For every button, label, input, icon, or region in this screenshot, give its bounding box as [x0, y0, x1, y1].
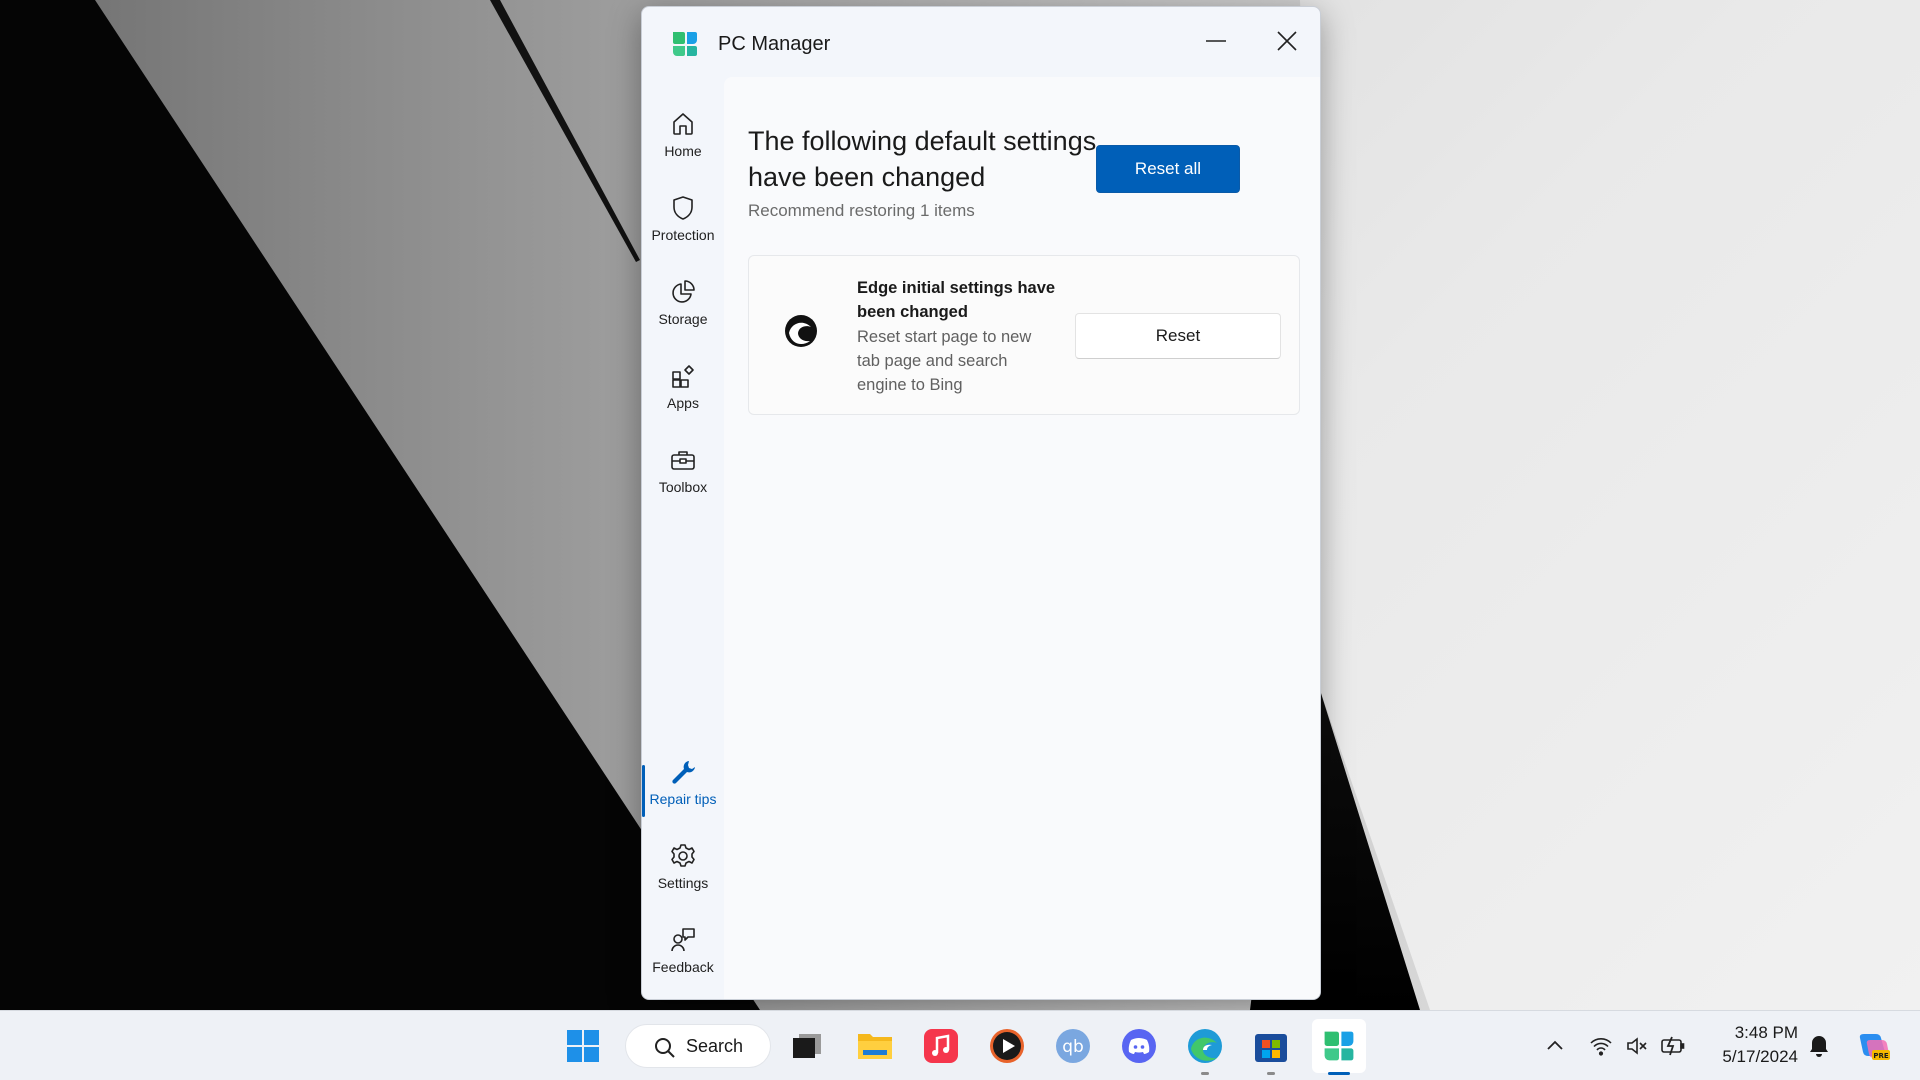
edge-settings-card: Edge initial settings have been changed … — [748, 255, 1300, 415]
toolbox-icon — [671, 451, 695, 470]
card-description: Reset start page to new tab page and sea… — [857, 328, 1032, 394]
clock-date: 5/17/2024 — [1722, 1047, 1798, 1066]
pc-manager-icon — [1324, 1031, 1354, 1061]
sidebar-item-feedback[interactable]: Feedback — [642, 921, 724, 991]
wifi-icon — [1590, 1038, 1612, 1056]
taskbar-task-view[interactable] — [786, 1025, 828, 1067]
discord-icon — [1122, 1029, 1156, 1063]
taskbar: Search qb 3:48 PM 5/17/2024 PRE — [0, 1010, 1920, 1080]
qbittorrent-icon: qb — [1056, 1029, 1090, 1063]
sidebar-item-home[interactable]: Home — [642, 105, 724, 175]
sidebar-item-label: Repair tips — [649, 791, 717, 807]
taskbar-qbittorrent[interactable]: qb — [1052, 1025, 1094, 1067]
taskbar-search[interactable]: Search — [625, 1024, 771, 1068]
sidebar-item-label: Feedback — [652, 959, 714, 975]
sidebar-item-label: Settings — [657, 875, 709, 891]
close-icon — [1277, 31, 1297, 51]
title-bar[interactable]: PC Manager — [642, 7, 1320, 77]
start-button[interactable] — [562, 1025, 604, 1067]
clock-time: 3:48 PM — [1734, 1023, 1798, 1042]
taskbar-music[interactable] — [920, 1025, 962, 1067]
sidebar-item-label: Toolbox — [658, 479, 708, 495]
taskbar-store[interactable] — [1250, 1025, 1292, 1075]
pie-chart-icon — [672, 280, 695, 303]
sidebar-item-label: Apps — [667, 395, 699, 411]
card-title: Edge initial settings have been changed — [857, 279, 1056, 321]
start-icon — [567, 1030, 599, 1062]
taskbar-discord[interactable] — [1118, 1025, 1160, 1067]
page-title: The following default settings have been… — [748, 126, 1097, 192]
svg-text:qb: qb — [1062, 1037, 1084, 1057]
sidebar-item-label: Storage — [658, 311, 708, 327]
reset-all-button[interactable]: Reset all — [1096, 145, 1240, 193]
file-explorer-icon — [858, 1034, 892, 1059]
media-player-icon — [990, 1029, 1024, 1063]
reset-button[interactable]: Reset — [1075, 313, 1281, 359]
taskbar-pc-manager[interactable] — [1318, 1025, 1360, 1075]
search-icon — [655, 1038, 675, 1058]
pc-manager-logo-icon — [673, 32, 697, 56]
tray-overflow-button[interactable] — [1542, 1033, 1568, 1059]
wrench-icon — [672, 761, 695, 784]
copilot-icon: PRE — [1859, 1034, 1890, 1060]
sidebar-item-storage[interactable]: Storage — [642, 273, 724, 343]
battery-charging-icon — [1661, 1036, 1685, 1056]
taskbar-file-explorer[interactable] — [854, 1025, 896, 1067]
pc-manager-window: PC Manager Home Protection Storage Apps … — [641, 6, 1321, 1000]
search-label: Search — [686, 1035, 744, 1056]
system-clock[interactable]: 3:48 PM 5/17/2024 — [1702, 1021, 1798, 1069]
sidebar-item-label: Protection — [651, 227, 715, 243]
shield-icon — [673, 196, 693, 220]
taskbar-edge[interactable] — [1184, 1025, 1226, 1075]
chevron-up-icon — [1547, 1040, 1563, 1050]
sidebar-item-toolbox[interactable]: Toolbox — [642, 441, 724, 511]
minimize-button[interactable] — [1191, 21, 1241, 61]
taskbar-media-player[interactable] — [986, 1025, 1028, 1067]
tray-wifi[interactable] — [1588, 1033, 1614, 1059]
sidebar-item-label: Home — [664, 143, 702, 159]
tray-volume[interactable] — [1624, 1033, 1650, 1059]
music-icon — [924, 1029, 958, 1063]
sidebar-item-apps[interactable]: Apps — [642, 357, 724, 427]
sidebar-nav: Home Protection Storage Apps Toolbox Rep… — [642, 77, 724, 999]
close-button[interactable] — [1262, 21, 1312, 61]
gear-icon — [671, 844, 695, 867]
task-view-icon — [793, 1034, 821, 1058]
tray-copilot[interactable]: PRE — [1856, 1028, 1892, 1064]
edge-icon — [785, 315, 817, 347]
volume-muted-icon — [1627, 1037, 1647, 1055]
bell-icon — [1810, 1036, 1828, 1057]
edge-icon — [1188, 1029, 1222, 1063]
tray-battery[interactable] — [1660, 1033, 1686, 1059]
store-icon — [1255, 1034, 1287, 1062]
feedback-icon — [671, 928, 695, 952]
apps-icon — [672, 365, 694, 388]
svg-text:PRE: PRE — [1873, 1052, 1889, 1060]
sidebar-item-protection[interactable]: Protection — [642, 189, 724, 259]
main-content: The following default settings have been… — [724, 77, 1320, 999]
active-indicator — [642, 765, 645, 817]
minimize-icon — [1206, 40, 1226, 42]
tray-notifications[interactable] — [1806, 1033, 1832, 1059]
sidebar-item-repair-tips[interactable]: Repair tips — [642, 753, 724, 823]
page-subtitle: Recommend restoring 1 items — [748, 201, 975, 220]
sidebar-item-settings[interactable]: Settings — [642, 837, 724, 907]
window-title: PC Manager — [718, 33, 831, 55]
home-icon — [673, 113, 693, 135]
